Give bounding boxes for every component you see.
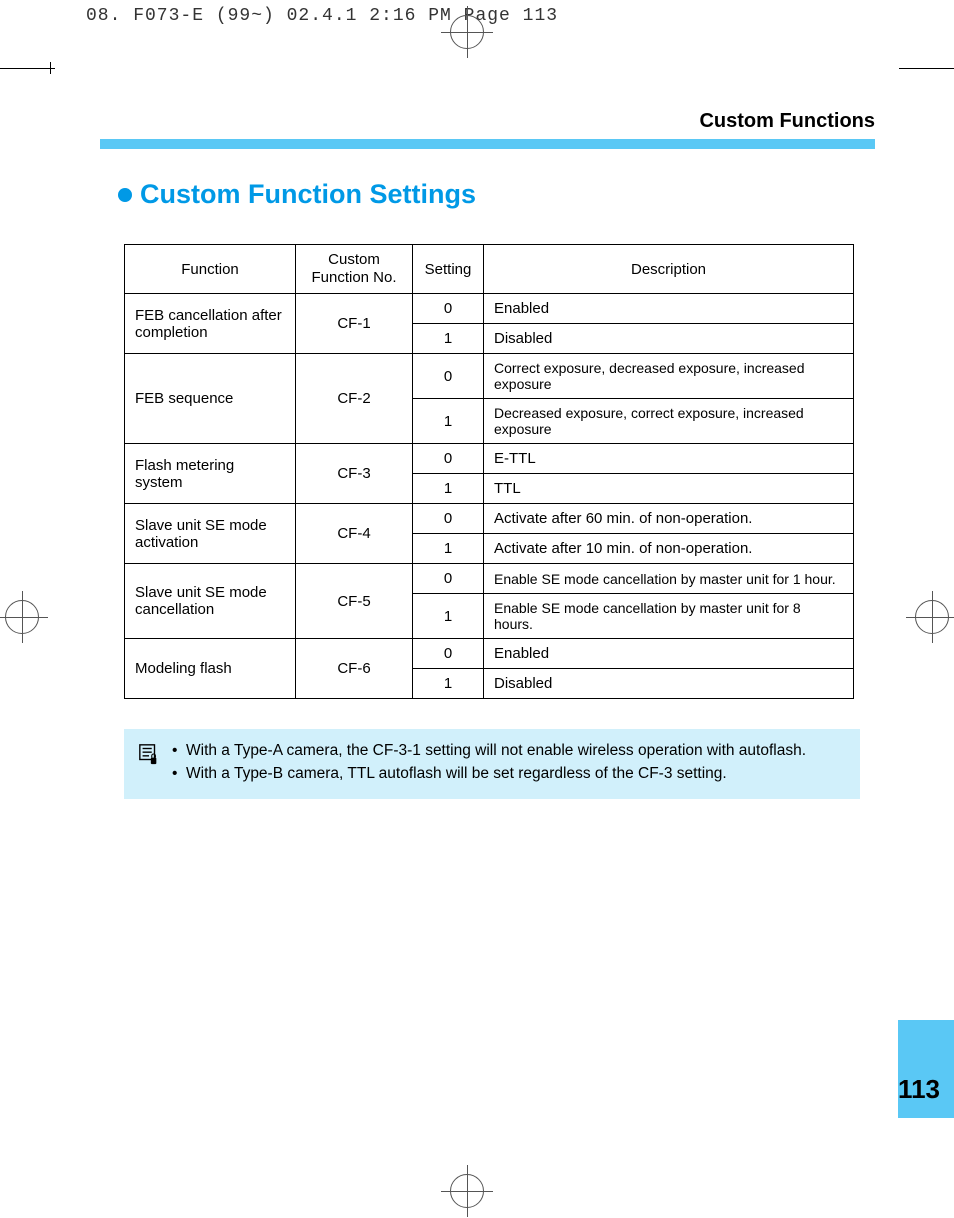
table-cell-description: Disabled bbox=[484, 324, 854, 354]
prepress-header: 08. F073-E (99~) 02.4.1 2:16 PM Page 113 bbox=[86, 6, 558, 26]
registration-mark-icon bbox=[450, 15, 484, 49]
table-cell-setting: 1 bbox=[413, 669, 484, 699]
table-cell-description: E-TTL bbox=[484, 444, 854, 474]
page-number: 113 bbox=[898, 1074, 940, 1105]
table-cell-setting: 0 bbox=[413, 564, 484, 594]
table-cell-function: FEB sequence bbox=[125, 354, 296, 444]
table-cell-function: FEB cancellation after completion bbox=[125, 294, 296, 354]
crop-mark bbox=[0, 68, 55, 69]
col-description: Description bbox=[484, 245, 854, 294]
table-cell-setting: 1 bbox=[413, 594, 484, 639]
col-setting: Setting bbox=[413, 245, 484, 294]
registration-mark-icon bbox=[5, 600, 39, 634]
note-list: With a Type-A camera, the CF-3-1 setting… bbox=[172, 741, 842, 787]
page-title: Custom Function Settings bbox=[118, 179, 875, 210]
table-cell-setting: 0 bbox=[413, 504, 484, 534]
table-cell-description: Enabled bbox=[484, 294, 854, 324]
custom-function-table: Function Custom Function No. Setting Des… bbox=[124, 244, 854, 699]
table-cell-description: Activate after 10 min. of non-operation. bbox=[484, 534, 854, 564]
section-header: Custom Functions bbox=[100, 110, 875, 139]
table-cell-setting: 1 bbox=[413, 399, 484, 444]
col-function: Function bbox=[125, 245, 296, 294]
table-cell-setting: 1 bbox=[413, 324, 484, 354]
table-cell-description: Enabled bbox=[484, 639, 854, 669]
registration-mark-icon bbox=[915, 600, 949, 634]
note-item: With a Type-B camera, TTL autoflash will… bbox=[172, 764, 842, 785]
note-item: With a Type-A camera, the CF-3-1 setting… bbox=[172, 741, 842, 762]
title-text: Custom Function Settings bbox=[140, 179, 476, 209]
table-cell-function: Slave unit SE mode activation bbox=[125, 504, 296, 564]
page-content: Custom Functions Custom Function Setting… bbox=[100, 110, 875, 799]
table-cell-setting: 0 bbox=[413, 639, 484, 669]
table-cell-cfno: CF-6 bbox=[296, 639, 413, 699]
table-cell-description: Decreased exposure, correct exposure, in… bbox=[484, 399, 854, 444]
note-callout: With a Type-A camera, the CF-3-1 setting… bbox=[124, 729, 860, 799]
bullet-icon bbox=[118, 188, 132, 202]
table-cell-description: Disabled bbox=[484, 669, 854, 699]
table-cell-description: Enable SE mode cancellation by master un… bbox=[484, 564, 854, 594]
divider-bar bbox=[100, 139, 875, 149]
crop-mark bbox=[50, 62, 51, 74]
table-cell-setting: 1 bbox=[413, 474, 484, 504]
table-cell-setting: 0 bbox=[413, 294, 484, 324]
table-cell-cfno: CF-5 bbox=[296, 564, 413, 639]
table-cell-setting: 0 bbox=[413, 354, 484, 399]
table-cell-description: TTL bbox=[484, 474, 854, 504]
table-cell-function: Flash metering system bbox=[125, 444, 296, 504]
table-cell-function: Slave unit SE mode cancellation bbox=[125, 564, 296, 639]
crop-mark bbox=[899, 68, 954, 69]
table-cell-description: Activate after 60 min. of non-operation. bbox=[484, 504, 854, 534]
table-cell-cfno: CF-1 bbox=[296, 294, 413, 354]
table-cell-cfno: CF-2 bbox=[296, 354, 413, 444]
table-cell-description: Enable SE mode cancellation by master un… bbox=[484, 594, 854, 639]
note-icon bbox=[138, 743, 162, 787]
registration-mark-icon bbox=[450, 1174, 484, 1208]
col-cfno: Custom Function No. bbox=[296, 245, 413, 294]
table-cell-setting: 1 bbox=[413, 534, 484, 564]
table-cell-cfno: CF-4 bbox=[296, 504, 413, 564]
table-cell-function: Modeling flash bbox=[125, 639, 296, 699]
table-cell-cfno: CF-3 bbox=[296, 444, 413, 504]
table-cell-description: Correct exposure, decreased exposure, in… bbox=[484, 354, 854, 399]
table-cell-setting: 0 bbox=[413, 444, 484, 474]
